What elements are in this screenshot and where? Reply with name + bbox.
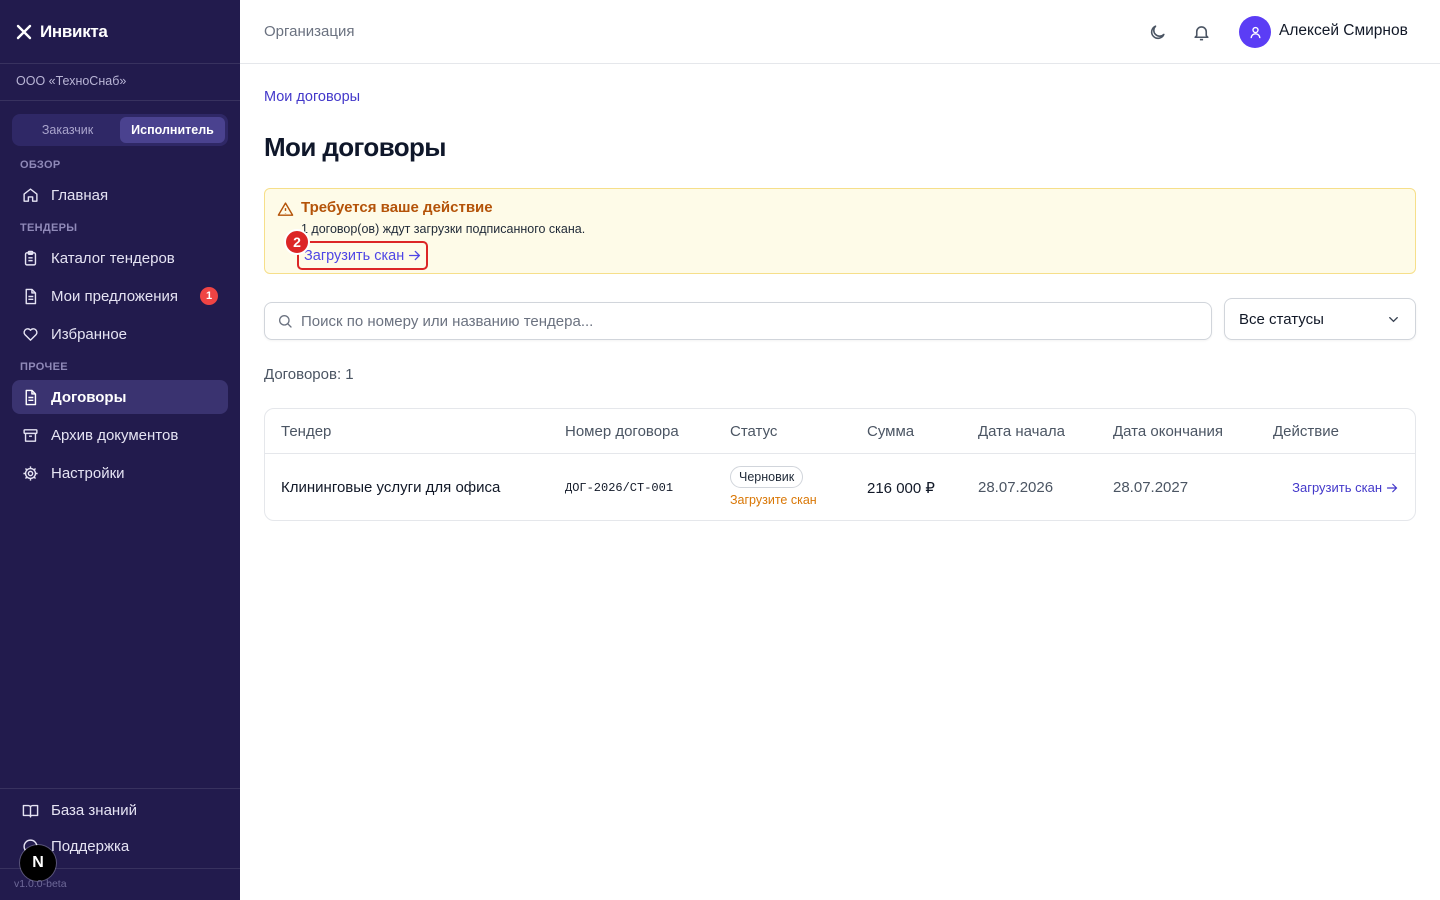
status-note: Загрузите скан [730, 493, 817, 507]
section-tenders: ТЕНДЕРЫ [20, 222, 78, 234]
contract-number-cell: ДОГ-2026/СТ-001 [565, 481, 674, 495]
search-input[interactable] [301, 312, 1181, 330]
search-icon [279, 315, 292, 328]
sidebar-divider [0, 788, 240, 789]
arrow-right-icon [1386, 483, 1398, 492]
sidebar-divider [0, 63, 240, 64]
sidebar: Инвикта ООО «ТехноСнаб» Заказчик Исполни… [0, 0, 240, 900]
contracts-table: Тендер Номер договора Статус Сумма Дата … [264, 408, 1416, 521]
sidebar-item-tender-catalog[interactable]: Каталог тендеров [12, 241, 228, 275]
column-header: Сумма [867, 423, 915, 440]
version-label: v1.0.0-beta [14, 878, 67, 890]
start-date-cell: 28.07.2026 [978, 479, 1054, 496]
moon-icon [1150, 24, 1165, 39]
document-icon [25, 288, 37, 304]
user-icon [1249, 26, 1261, 38]
offers-count-badge: 1 [200, 287, 218, 305]
tender-name-cell: Клининговые услуги для офиса [281, 479, 501, 496]
chevron-down-icon [1389, 316, 1398, 322]
table-header: Тендер Номер договора Статус Сумма Дата … [265, 409, 1415, 454]
warning-icon [277, 202, 294, 216]
sidebar-item-settings[interactable]: Настройки [12, 456, 228, 490]
status-filter-select[interactable]: Все статусы [1224, 298, 1416, 340]
sidebar-item-label: Избранное [51, 325, 128, 343]
heart-icon [23, 327, 38, 341]
section-overview: ОБЗОР [20, 159, 61, 171]
sidebar-item-favorites[interactable]: Избранное [12, 317, 228, 351]
contract-icon [25, 389, 37, 405]
end-date-cell: 28.07.2027 [1113, 479, 1189, 496]
role-switch: Заказчик Исполнитель [12, 114, 228, 146]
page-title: Мои договоры [264, 132, 447, 162]
sidebar-item-label: Архив документов [51, 426, 179, 444]
breadcrumb[interactable]: Мои договоры [264, 89, 360, 105]
archive-icon [23, 428, 38, 442]
alert-text: 1 договор(ов) ждут загрузки подписанного… [301, 222, 586, 236]
sidebar-item-label: База знаний [51, 801, 137, 819]
status-filter-value: Все статусы [1239, 310, 1324, 328]
close-x-logo-icon [16, 24, 32, 40]
sidebar-item-contracts[interactable]: Договоры [12, 380, 228, 414]
organization-name: ООО «ТехноСнаб» [16, 74, 127, 88]
user-avatar[interactable] [1239, 16, 1271, 48]
column-header: Номер договора [565, 423, 679, 440]
sidebar-item-archive[interactable]: Архив документов [12, 418, 228, 452]
top-header: Организация Алексей Смирнов [240, 0, 1440, 64]
upload-scan-link[interactable]: Загрузить скан [297, 241, 429, 270]
step-number-badge: 2 [284, 229, 310, 255]
notifications-button[interactable] [1189, 20, 1213, 44]
column-header: Тендер [281, 423, 332, 440]
amount-cell: 216 000 ₽ [867, 480, 935, 497]
nextjs-dev-badge[interactable]: N [20, 845, 56, 881]
row-upload-scan-link[interactable]: Загрузить скан [1292, 480, 1398, 495]
book-icon [22, 804, 39, 818]
column-header: Действие [1273, 423, 1339, 440]
column-header: Дата окончания [1113, 423, 1224, 440]
arrow-right-icon [409, 250, 421, 261]
brand-logo[interactable]: Инвикта [16, 20, 108, 44]
sidebar-item-knowledge-base[interactable]: База знаний [12, 793, 228, 827]
clipboard-icon [24, 250, 37, 266]
sidebar-item-my-offers[interactable]: Мои предложения 1 [12, 279, 228, 313]
user-name[interactable]: Алексей Смирнов [1279, 22, 1408, 40]
section-other: ПРОЧЕЕ [20, 361, 68, 373]
sidebar-item-label: Договоры [51, 388, 127, 406]
header-section-title: Организация [264, 23, 355, 40]
search-box [264, 302, 1212, 340]
sidebar-item-label: Настройки [51, 464, 125, 482]
role-contractor-tab[interactable]: Исполнитель [120, 117, 225, 143]
upload-scan-label: Загрузить скан [304, 247, 405, 264]
alert-title: Требуется ваше действие [301, 199, 493, 216]
row-upload-scan-label: Загрузить скан [1292, 480, 1382, 495]
action-required-alert: Требуется ваше действие 1 договор(ов) жд… [264, 188, 1416, 274]
sidebar-item-label: Каталог тендеров [51, 249, 175, 267]
role-customer-tab[interactable]: Заказчик [15, 117, 120, 143]
sidebar-item-label: Поддержка [51, 837, 130, 855]
contracts-count: Договоров: 1 [264, 366, 354, 383]
sidebar-item-label: Главная [51, 186, 109, 204]
column-header: Дата начала [978, 423, 1065, 440]
brand-name: Инвикта [40, 22, 108, 41]
theme-toggle-button[interactable] [1145, 20, 1169, 44]
bell-icon [1193, 25, 1209, 40]
column-header: Статус [730, 423, 778, 440]
status-badge: Черновик [730, 466, 804, 488]
sidebar-item-home[interactable]: Главная [12, 178, 228, 212]
sidebar-divider [0, 100, 240, 101]
home-icon [23, 187, 38, 202]
gear-icon [23, 465, 38, 481]
sidebar-item-label: Мои предложения [51, 287, 179, 305]
